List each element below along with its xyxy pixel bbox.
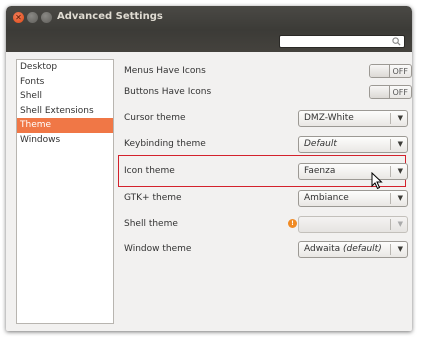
icon-theme-value: Faenza — [304, 166, 336, 176]
buttons-have-icons-label: Buttons Have Icons — [124, 87, 212, 97]
shell-theme-dropdown[interactable]: ▼ — [298, 216, 408, 233]
menus-have-icons-toggle[interactable]: OFF — [369, 64, 412, 78]
dropdown-arrow-icon: ▼ — [397, 245, 403, 253]
icon-theme-dropdown[interactable]: Faenza ▼ — [298, 163, 408, 180]
dropdown-arrow-icon: ▼ — [397, 167, 403, 175]
toggle-knob — [370, 65, 390, 77]
sidebar-item-windows[interactable]: Windows — [17, 133, 113, 148]
sidebar-item-desktop[interactable]: Desktop — [17, 60, 113, 75]
dropdown-separator — [390, 219, 391, 230]
sidebar-item-shell[interactable]: Shell — [17, 89, 113, 104]
sidebar-item-fonts[interactable]: Fonts — [17, 75, 113, 90]
dropdown-separator — [390, 166, 391, 177]
window-theme-value: Adwaita — [304, 244, 341, 254]
dropdown-separator — [390, 139, 391, 150]
window-theme-dropdown[interactable]: Adwaita (default) ▼ — [298, 241, 408, 258]
toolbar — [6, 30, 412, 52]
theme-settings-panel: Menus Have Icons OFF Buttons Have Icons … — [118, 59, 412, 324]
gtk-theme-dropdown[interactable]: Ambiance ▼ — [298, 190, 408, 207]
mouse-pointer-icon — [371, 172, 383, 190]
minimize-button[interactable] — [27, 12, 38, 23]
titlebar: ✕ Advanced Settings — [6, 6, 412, 30]
close-button[interactable]: ✕ — [13, 12, 24, 23]
search-input[interactable] — [279, 35, 405, 48]
maximize-button[interactable] — [41, 12, 52, 23]
sidebar-item-theme[interactable]: Theme — [17, 118, 113, 133]
buttons-have-icons-toggle[interactable]: OFF — [369, 85, 412, 99]
window-theme-label: Window theme — [124, 244, 192, 254]
keybinding-theme-value: Default — [304, 139, 337, 149]
dropdown-arrow-icon: ▼ — [397, 220, 403, 228]
dropdown-separator — [390, 193, 391, 204]
dropdown-separator — [390, 113, 391, 124]
keybinding-theme-label: Keybinding theme — [124, 139, 206, 149]
toggle-state-text: OFF — [392, 67, 409, 76]
shell-theme-label: Shell theme — [124, 219, 178, 229]
cursor-theme-label: Cursor theme — [124, 113, 186, 123]
keybinding-theme-dropdown[interactable]: Default ▼ — [298, 136, 408, 153]
category-sidebar: Desktop Fonts Shell Shell Extensions The… — [16, 59, 114, 324]
advanced-settings-window: ✕ Advanced Settings Desktop Fonts Shell … — [6, 6, 412, 331]
icon-theme-label: Icon theme — [124, 166, 175, 176]
gtk-theme-label: GTK+ theme — [124, 193, 182, 203]
menus-have-icons-label: Menus Have Icons — [124, 66, 206, 76]
gtk-theme-value: Ambiance — [304, 193, 349, 203]
cursor-theme-dropdown[interactable]: DMZ-White ▼ — [298, 110, 408, 127]
search-icon[interactable] — [392, 37, 401, 46]
window-theme-default-suffix: (default) — [343, 244, 382, 254]
dropdown-arrow-icon: ▼ — [397, 194, 403, 202]
toggle-state-text: OFF — [392, 88, 409, 97]
toggle-knob — [370, 86, 390, 98]
window-title: Advanced Settings — [57, 11, 163, 22]
dropdown-arrow-icon: ▼ — [397, 140, 403, 148]
sidebar-item-shell-extensions[interactable]: Shell Extensions — [17, 104, 113, 119]
dropdown-separator — [390, 244, 391, 255]
dropdown-arrow-icon: ▼ — [397, 114, 403, 122]
cursor-theme-value: DMZ-White — [304, 113, 354, 123]
warning-icon: ! — [288, 219, 297, 228]
